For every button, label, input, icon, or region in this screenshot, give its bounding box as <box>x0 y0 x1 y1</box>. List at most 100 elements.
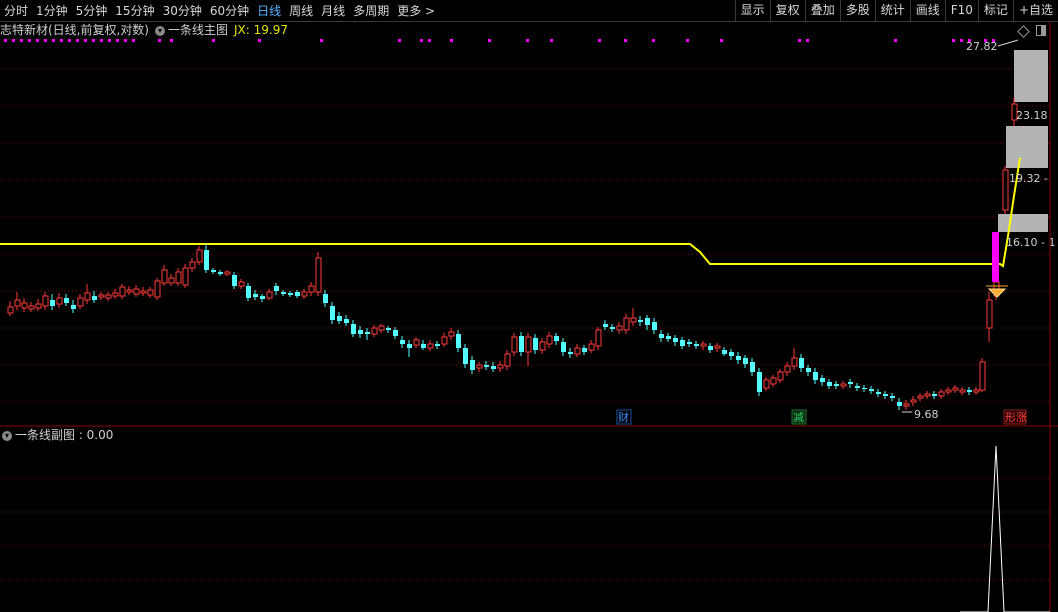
candle <box>645 315 650 330</box>
candle <box>182 264 189 288</box>
candle <box>441 333 448 347</box>
signal-dot <box>624 39 627 42</box>
candle <box>246 283 251 301</box>
candle <box>147 287 154 298</box>
candle <box>687 339 692 347</box>
candle <box>371 325 378 337</box>
candle <box>791 348 798 370</box>
signal-dot <box>806 39 809 42</box>
signal-dot <box>960 39 963 42</box>
candle <box>50 294 55 310</box>
candle <box>840 381 847 389</box>
signal-dot <box>320 39 323 42</box>
signal-dot <box>158 39 161 42</box>
candle <box>945 387 952 395</box>
candle <box>421 340 426 350</box>
candle <box>610 324 615 332</box>
candle <box>232 272 237 289</box>
magenta-signal-dots <box>4 39 995 42</box>
candle <box>393 327 398 339</box>
candle <box>554 333 559 345</box>
signal-dot <box>798 39 801 42</box>
candle <box>84 284 91 304</box>
candle <box>435 341 440 349</box>
signal-dot <box>28 39 31 42</box>
candle <box>400 336 405 348</box>
signal-dot <box>116 39 119 42</box>
candle <box>330 302 335 324</box>
signal-dot <box>488 39 491 42</box>
candle <box>448 328 455 340</box>
candle <box>161 265 168 286</box>
signal-dot <box>92 39 95 42</box>
candle <box>784 362 791 376</box>
signal-dot <box>420 39 423 42</box>
signal-dot <box>428 39 431 42</box>
candle <box>623 314 630 334</box>
candle <box>806 365 811 376</box>
candle <box>757 368 762 396</box>
candle <box>574 344 581 357</box>
candle <box>344 315 349 326</box>
candle <box>546 332 553 348</box>
zone-lower <box>998 214 1048 232</box>
candle <box>979 358 986 392</box>
signal-dot <box>36 39 39 42</box>
candle <box>238 279 245 289</box>
signal-dot <box>108 39 111 42</box>
event-tag-rise: 形涨 <box>1005 411 1027 424</box>
candle <box>105 292 112 301</box>
candle <box>175 268 182 286</box>
candle <box>7 301 14 316</box>
zone-upper <box>1014 50 1048 102</box>
candle <box>938 389 945 399</box>
candle <box>491 362 496 372</box>
candle <box>770 375 777 387</box>
candle <box>588 340 595 353</box>
candle <box>211 268 216 274</box>
candle <box>35 299 42 311</box>
candle <box>932 391 937 399</box>
candle <box>722 347 727 356</box>
candle <box>378 324 385 333</box>
level-label-19: 19.32 - <box>1009 172 1048 185</box>
candle <box>973 387 980 395</box>
signal-dot <box>450 39 453 42</box>
candle <box>204 244 209 273</box>
candle <box>708 343 713 353</box>
candle <box>533 334 538 354</box>
candle <box>568 348 573 358</box>
candle <box>595 327 602 350</box>
candle <box>952 385 959 393</box>
candle <box>750 358 755 376</box>
candle <box>799 354 804 372</box>
candle <box>92 291 97 303</box>
signal-dot <box>652 39 655 42</box>
candle <box>77 294 84 309</box>
candle <box>813 368 818 384</box>
candle <box>126 286 133 295</box>
gem-marker-icon <box>987 288 1007 298</box>
candle <box>848 379 853 388</box>
sub-indicator-dropdown-icon[interactable]: ▾ <box>2 430 12 441</box>
candle <box>470 356 475 374</box>
candle <box>337 312 342 324</box>
candle <box>862 385 867 392</box>
signal-dot <box>212 39 215 42</box>
candle <box>855 383 860 391</box>
candle <box>218 270 223 276</box>
candle <box>986 292 993 342</box>
candle <box>603 320 608 330</box>
candle <box>301 289 308 299</box>
chart-canvas: 27.82 23.18 19.32 - 16.10 - 1 9.68 财 减 形… <box>0 22 1058 612</box>
candle <box>98 292 105 300</box>
candle <box>511 333 518 356</box>
candle <box>140 287 147 296</box>
candle <box>673 335 678 346</box>
candle <box>820 375 825 386</box>
signal-dot <box>60 39 63 42</box>
candle <box>154 278 161 300</box>
sub-chart-title[interactable]: 一条线副图 : 0.00 <box>15 428 113 442</box>
signal-dot <box>952 39 955 42</box>
candle <box>736 352 741 364</box>
